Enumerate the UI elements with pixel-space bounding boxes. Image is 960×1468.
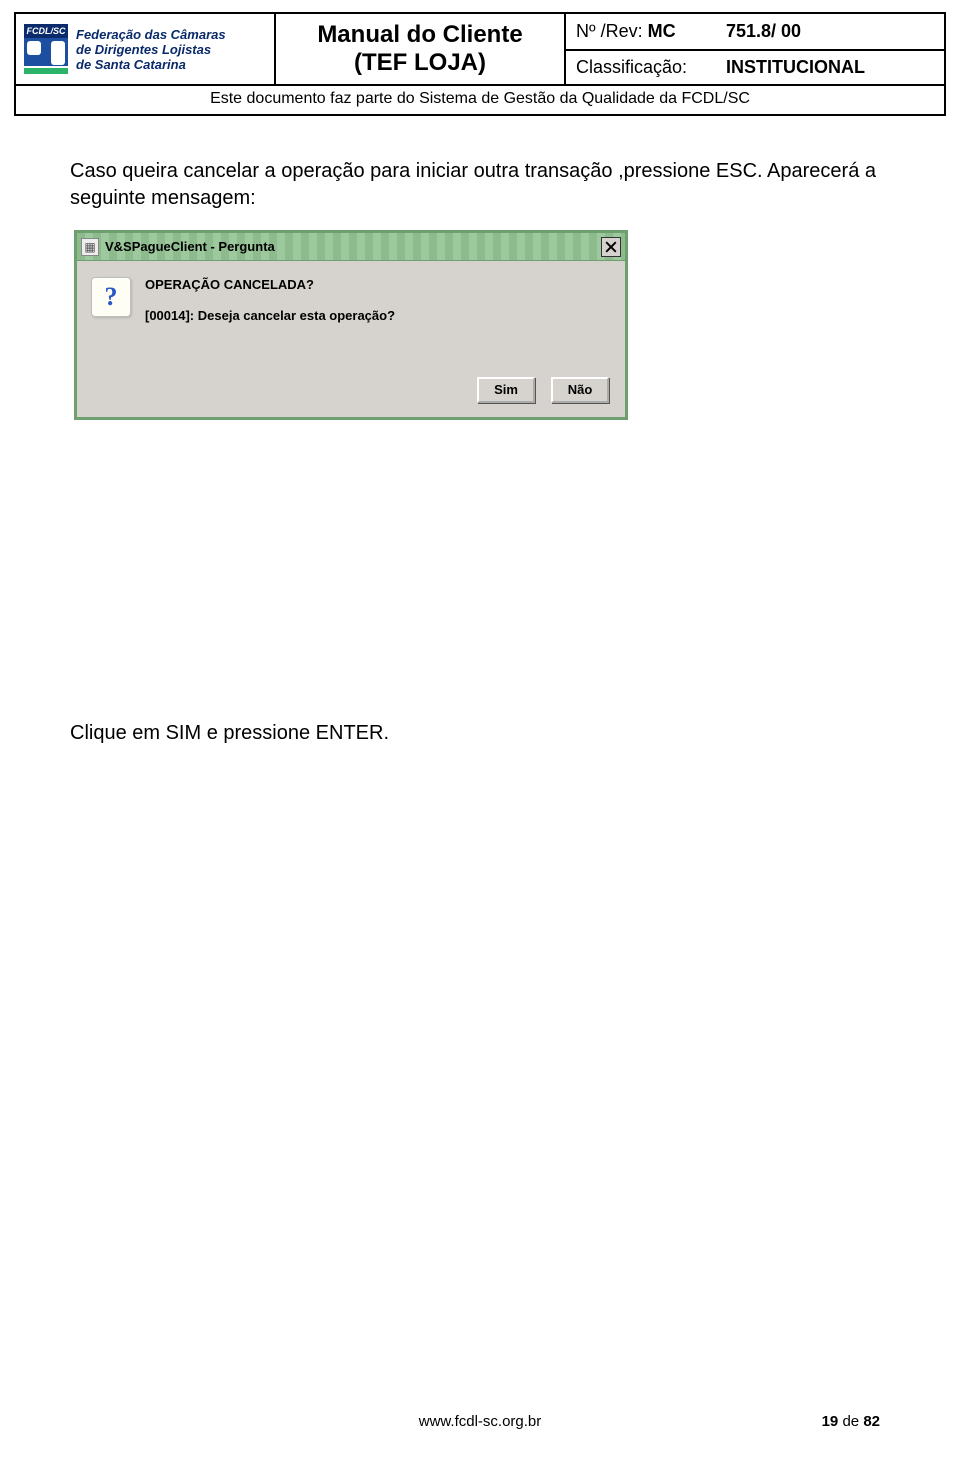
org-line-1: Federação das Câmaras xyxy=(76,27,226,42)
close-button[interactable] xyxy=(601,237,621,257)
meta-classification: Classificação: INSTITUCIONAL xyxy=(566,49,944,84)
dialog-window: ▦ V&SPagueClient - Pergunta ? OPERAÇÃO C… xyxy=(74,230,628,420)
logo-graphic xyxy=(24,38,68,66)
page-current: 19 xyxy=(822,1413,839,1430)
dialog-title-text: V&SPagueClient - Pergunta xyxy=(105,239,601,254)
doc-title-line-2: (TEF LOJA) xyxy=(354,49,486,77)
paragraph-2: Clique em SIM e pressione ENTER. xyxy=(70,720,890,747)
dialog-message: OPERAÇÃO CANCELADA? [00014]: Deseja canc… xyxy=(145,277,395,363)
dialog-titlebar: ▦ V&SPagueClient - Pergunta xyxy=(77,233,625,261)
logo-mark: FCDL/SC xyxy=(24,24,68,74)
document-header: FCDL/SC Federação das Câmaras de Dirigen… xyxy=(14,12,946,116)
rev-label-text: Nº /Rev: xyxy=(576,21,648,41)
page-total: 82 xyxy=(863,1413,880,1430)
window-icon: ▦ xyxy=(81,238,99,256)
logo-acronym: FCDL/SC xyxy=(24,24,68,38)
dialog-body: ? OPERAÇÃO CANCELADA? [00014]: Deseja ca… xyxy=(77,261,625,371)
dialog-screenshot: ▦ V&SPagueClient - Pergunta ? OPERAÇÃO C… xyxy=(74,230,890,420)
no-button[interactable]: Não xyxy=(551,377,609,403)
dialog-message-line-1: OPERAÇÃO CANCELADA? xyxy=(145,277,395,292)
page-sep: de xyxy=(838,1413,863,1430)
meta-revision: Nº /Rev: MC 751.8/ 00 xyxy=(566,14,944,49)
page-number: 19 de 82 xyxy=(822,1413,880,1430)
meta-cell: Nº /Rev: MC 751.8/ 00 Classificação: INS… xyxy=(566,14,944,84)
paragraph-1: Caso queira cancelar a operação para ini… xyxy=(70,158,890,212)
close-icon xyxy=(605,241,617,253)
rev-label: Nº /Rev: MC xyxy=(576,21,726,42)
dialog-message-line-2: [00014]: Deseja cancelar esta operação? xyxy=(145,308,395,323)
yes-button[interactable]: Sim xyxy=(477,377,535,403)
footer-url: www.fcdl-sc.org.br xyxy=(0,1413,960,1430)
rev-prefix: MC xyxy=(648,21,676,41)
header-row-main: FCDL/SC Federação das Câmaras de Dirigen… xyxy=(16,14,944,84)
question-icon: ? xyxy=(91,277,131,317)
dialog-button-row: Sim Não xyxy=(77,371,625,417)
rev-value: 751.8/ 00 xyxy=(726,21,801,42)
header-subnote: Este documento faz parte do Sistema de G… xyxy=(16,84,944,114)
logo: FCDL/SC Federação das Câmaras de Dirigen… xyxy=(24,24,226,74)
org-line-3: de Santa Catarina xyxy=(76,57,226,72)
title-cell: Manual do Cliente (TEF LOJA) xyxy=(276,14,566,84)
class-value: INSTITUCIONAL xyxy=(726,57,865,78)
question-glyph: ? xyxy=(105,282,118,312)
org-line-2: de Dirigentes Lojistas xyxy=(76,42,226,57)
logo-cell: FCDL/SC Federação das Câmaras de Dirigen… xyxy=(16,14,276,84)
org-name: Federação das Câmaras de Dirigentes Loji… xyxy=(76,27,226,72)
class-label: Classificação: xyxy=(576,57,726,78)
logo-underline xyxy=(24,68,68,74)
page-body: Caso queira cancelar a operação para ini… xyxy=(70,130,890,765)
doc-title-line-1: Manual do Cliente xyxy=(317,21,522,49)
